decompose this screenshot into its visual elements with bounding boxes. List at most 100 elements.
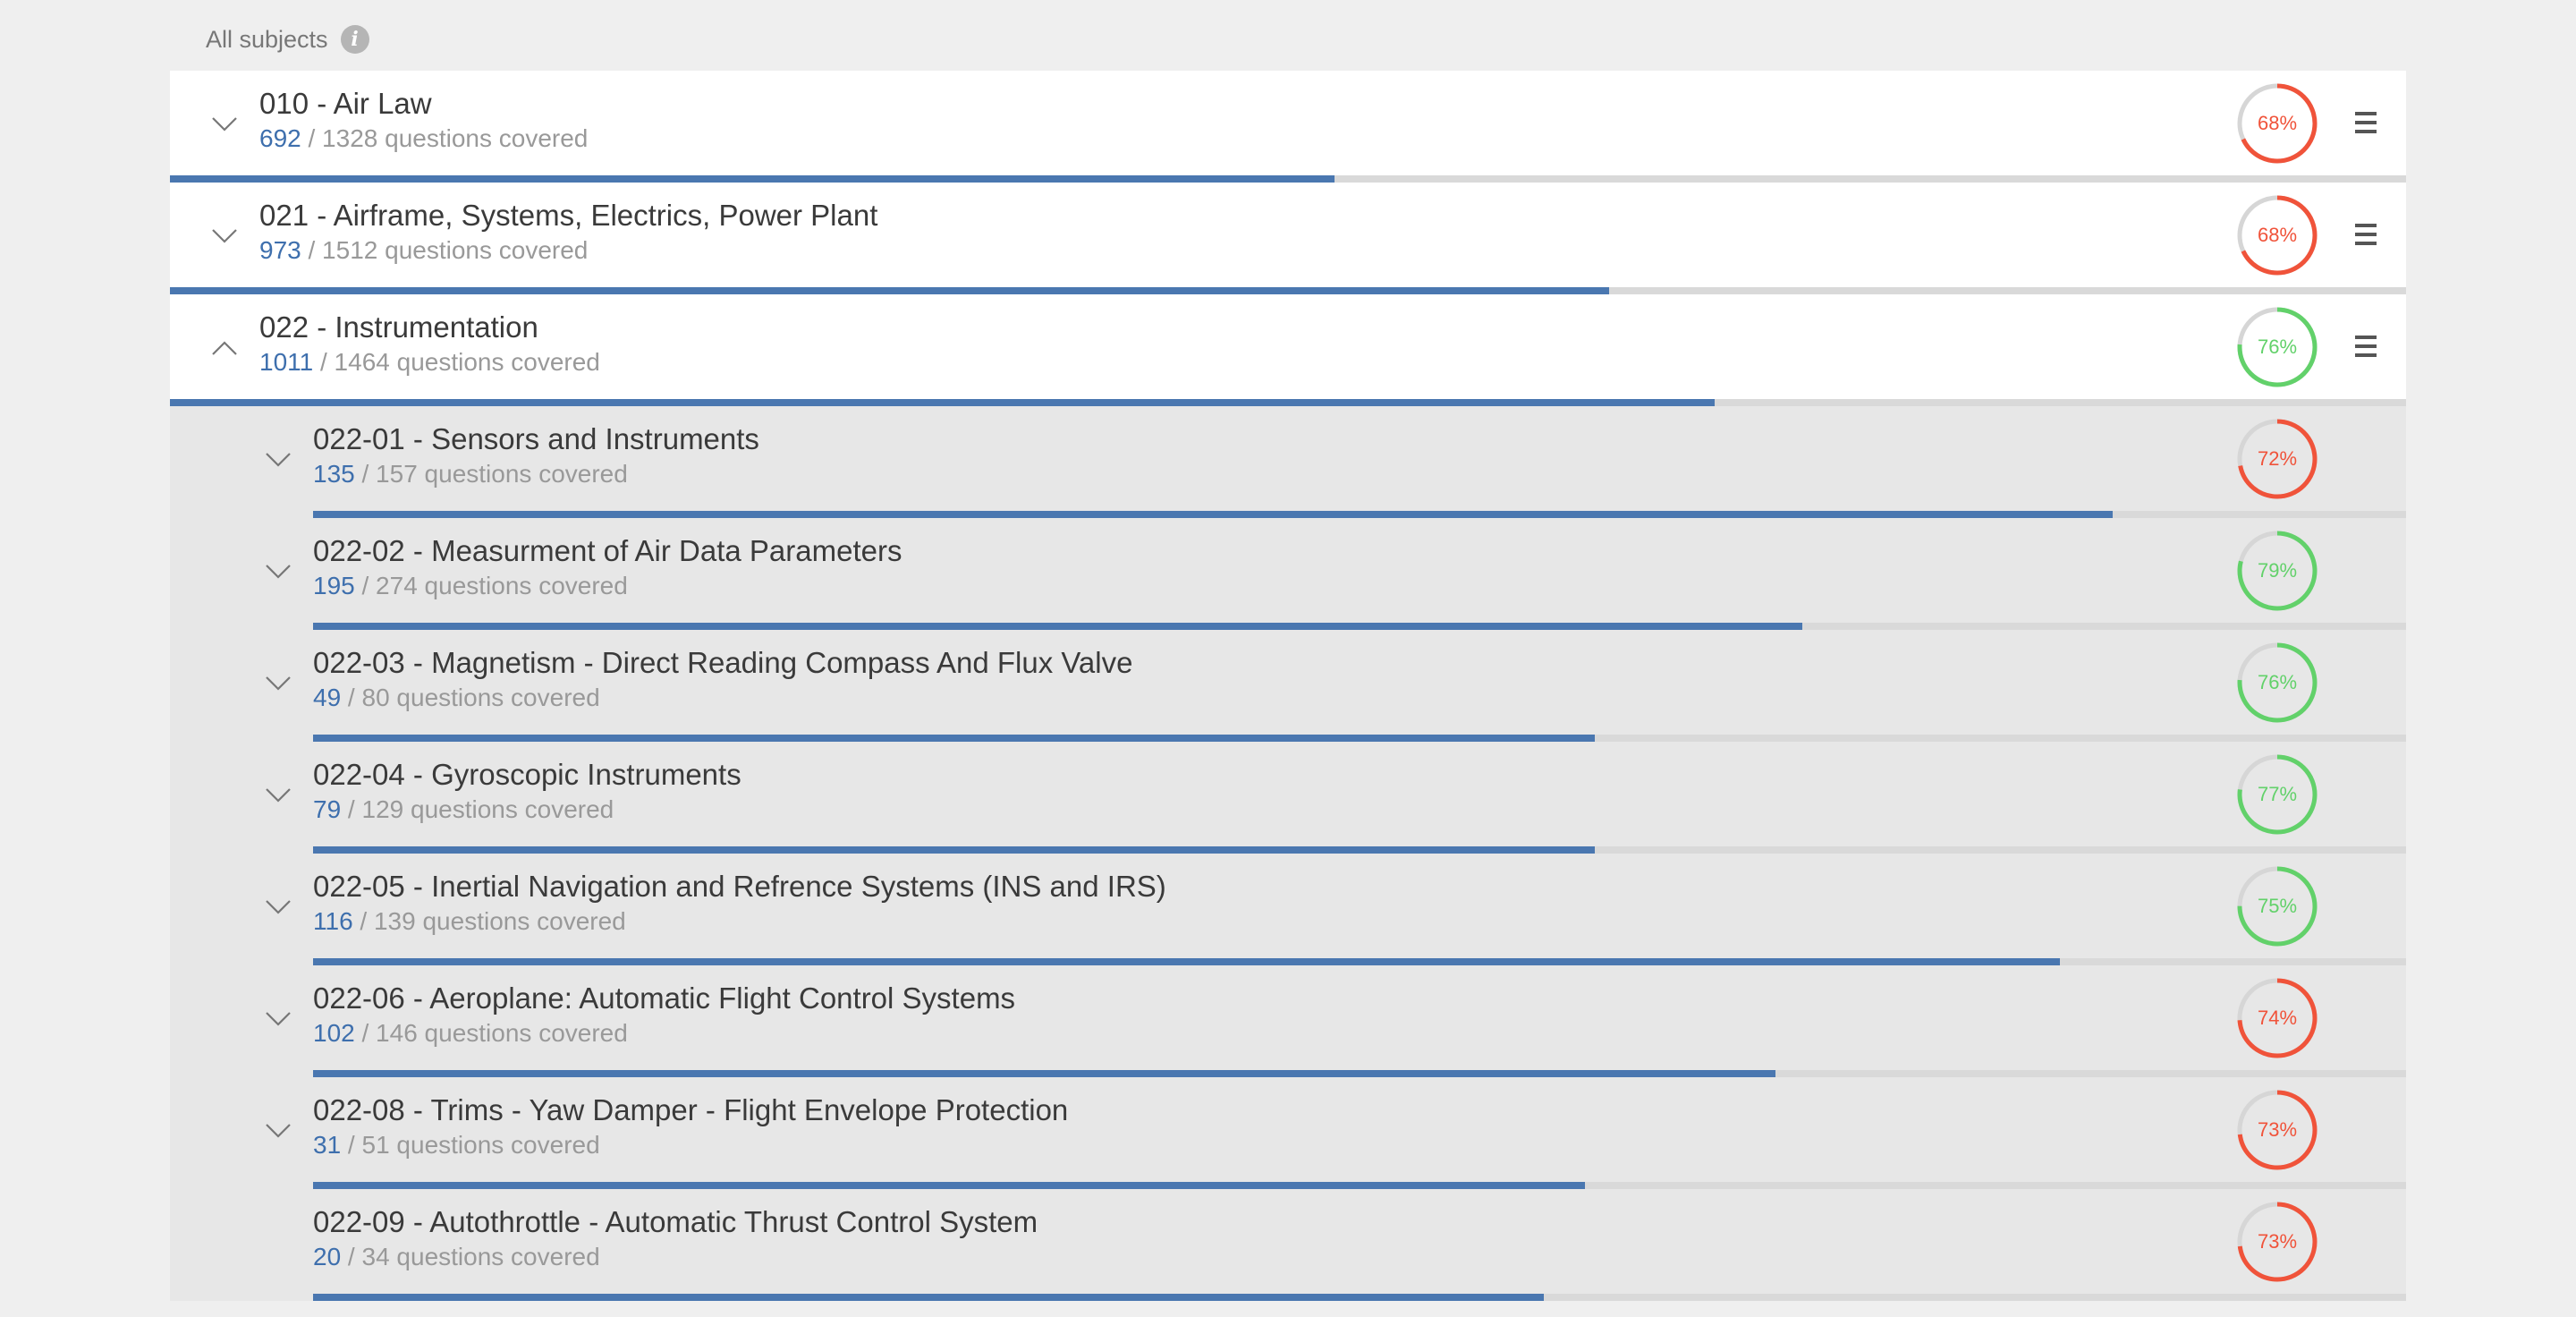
total-questions-text: / 146 questions covered [354, 1019, 628, 1047]
score-percent: 68% [2257, 224, 2298, 246]
topic-title[interactable]: 022-09 - Autothrottle - Automatic Thrust… [313, 1205, 1038, 1239]
row-content: 021 - Airframe, Systems, Electrics, Powe… [170, 183, 2406, 287]
all-subjects-label: All subjects [206, 25, 328, 53]
menu-icon[interactable] [2348, 105, 2384, 140]
score-percent: 75% [2257, 895, 2298, 917]
score-ring: 73% [2236, 1089, 2318, 1171]
subject-row[interactable]: 010 - Air Law 692 / 1328 questions covere… [170, 71, 2406, 183]
covered-count: 79 [313, 795, 342, 823]
row-content: 022-03 - Magnetism - Direct Reading Comp… [170, 630, 2406, 735]
total-questions-text: / 1328 questions covered [301, 124, 589, 152]
questions-covered-text: 973 / 1512 questions covered [259, 236, 588, 265]
row-content: 022-04 - Gyroscopic Instruments 79 / 129 … [170, 742, 2406, 846]
row-content: 022-06 - Aeroplane: Automatic Flight Con… [170, 965, 2406, 1070]
topic-title[interactable]: 022-08 - Trims - Yaw Damper - Flight Env… [313, 1093, 1068, 1127]
progress-fill [313, 1294, 1545, 1301]
progress-track [170, 287, 2406, 294]
questions-covered-text: 692 / 1328 questions covered [259, 124, 588, 153]
row-content: 022-08 - Trims - Yaw Damper - Flight Env… [170, 1077, 2406, 1182]
total-questions-text: / 129 questions covered [341, 795, 614, 823]
subject-list: 010 - Air Law 692 / 1328 questions covere… [170, 71, 2406, 1301]
covered-count: 1011 [259, 348, 314, 376]
covered-count: 195 [313, 572, 355, 599]
expand-chevron-icon[interactable] [258, 776, 298, 815]
progress-track [170, 399, 2406, 406]
score-ring: 73% [2236, 1201, 2318, 1283]
score-percent: 77% [2257, 783, 2298, 805]
expand-chevron-icon[interactable] [258, 999, 298, 1039]
score-ring: 74% [2236, 977, 2318, 1059]
covered-count: 692 [259, 124, 301, 152]
subject-title[interactable]: 010 - Air Law [259, 87, 432, 121]
total-questions-text: / 157 questions covered [354, 460, 628, 488]
score-percent: 68% [2257, 112, 2298, 134]
questions-covered-text: 195 / 274 questions covered [313, 572, 628, 600]
subject-row[interactable]: 021 - Airframe, Systems, Electrics, Powe… [170, 183, 2406, 294]
expand-chevron-icon[interactable] [258, 664, 298, 703]
menu-icon-line [2355, 224, 2377, 227]
topic-title[interactable]: 022-01 - Sensors and Instruments [313, 422, 759, 456]
expand-chevron-icon[interactable] [258, 888, 298, 927]
expand-chevron-icon[interactable] [205, 217, 244, 256]
score-ring: 68% [2236, 82, 2318, 165]
topic-row[interactable]: 022-01 - Sensors and Instruments 135 / 15… [170, 406, 2406, 518]
menu-icon-line [2355, 121, 2377, 124]
expand-chevron-icon[interactable] [258, 552, 298, 591]
covered-count: 102 [313, 1019, 355, 1047]
topic-title[interactable]: 022-06 - Aeroplane: Automatic Flight Con… [313, 981, 1015, 1015]
expand-chevron-icon[interactable] [205, 105, 244, 144]
expand-chevron-icon[interactable] [258, 440, 298, 480]
row-content: 022-09 - Autothrottle - Automatic Thrust… [170, 1189, 2406, 1294]
row-content: 022-05 - Inertial Navigation and Refrenc… [170, 854, 2406, 958]
total-questions-text: / 80 questions covered [341, 684, 600, 711]
expand-chevron-icon[interactable] [258, 1111, 298, 1151]
subject-title[interactable]: 021 - Airframe, Systems, Electrics, Powe… [259, 199, 877, 233]
topic-row[interactable]: 022-03 - Magnetism - Direct Reading Comp… [170, 630, 2406, 742]
questions-covered-text: 20 / 34 questions covered [313, 1243, 600, 1271]
menu-icon-line [2355, 130, 2377, 133]
progress-fill [313, 1070, 1775, 1077]
topic-row[interactable]: 022-04 - Gyroscopic Instruments 79 / 129 … [170, 742, 2406, 854]
topic-row[interactable]: 022-05 - Inertial Navigation and Refrenc… [170, 854, 2406, 965]
score-ring: 76% [2236, 642, 2318, 724]
total-questions-text: / 1512 questions covered [301, 236, 589, 264]
covered-count: 116 [313, 907, 353, 935]
collapse-chevron-icon[interactable] [205, 328, 244, 368]
menu-icon-line [2355, 353, 2377, 357]
total-questions-text: / 34 questions covered [341, 1243, 600, 1270]
questions-covered-text: 31 / 51 questions covered [313, 1131, 600, 1160]
score-percent: 76% [2257, 671, 2298, 693]
questions-covered-text: 49 / 80 questions covered [313, 684, 600, 712]
score-ring: 68% [2236, 194, 2318, 276]
topic-row[interactable]: 022-06 - Aeroplane: Automatic Flight Con… [170, 965, 2406, 1077]
menu-icon-line [2355, 112, 2377, 115]
info-icon[interactable]: i [340, 25, 369, 54]
progress-fill [313, 1182, 1586, 1189]
score-ring: 76% [2236, 306, 2318, 388]
progress-fill [313, 735, 1596, 742]
questions-covered-text: 102 / 146 questions covered [313, 1019, 628, 1048]
score-percent: 79% [2257, 559, 2298, 582]
topic-title[interactable]: 022-03 - Magnetism - Direct Reading Comp… [313, 646, 1132, 680]
progress-fill [170, 287, 1609, 294]
topic-row[interactable]: 022-08 - Trims - Yaw Damper - Flight Env… [170, 1077, 2406, 1189]
total-questions-text: / 139 questions covered [352, 907, 626, 935]
progress-track [313, 958, 2406, 965]
questions-covered-text: 79 / 129 questions covered [313, 795, 614, 824]
topic-title[interactable]: 022-04 - Gyroscopic Instruments [313, 758, 741, 792]
row-content: 022 - Instrumentation 1011 / 1464 questio… [170, 294, 2406, 399]
topic-row[interactable]: 022-09 - Autothrottle - Automatic Thrust… [170, 1189, 2406, 1301]
menu-icon[interactable] [2348, 217, 2384, 252]
score-ring: 72% [2236, 418, 2318, 500]
topic-title[interactable]: 022-05 - Inertial Navigation and Refrenc… [313, 870, 1166, 904]
topic-row[interactable]: 022-02 - Measurment of Air Data Paramete… [170, 518, 2406, 630]
menu-icon-line [2355, 233, 2377, 236]
subject-row[interactable]: 022 - Instrumentation 1011 / 1464 questio… [170, 294, 2406, 406]
subject-title[interactable]: 022 - Instrumentation [259, 310, 538, 344]
score-percent: 74% [2257, 1007, 2298, 1029]
questions-covered-text: 116 / 139 questions covered [313, 907, 626, 936]
topic-title[interactable]: 022-02 - Measurment of Air Data Paramete… [313, 534, 902, 568]
all-subjects-header: All subjects i [206, 23, 369, 55]
score-ring: 77% [2236, 753, 2318, 836]
menu-icon[interactable] [2348, 328, 2384, 364]
